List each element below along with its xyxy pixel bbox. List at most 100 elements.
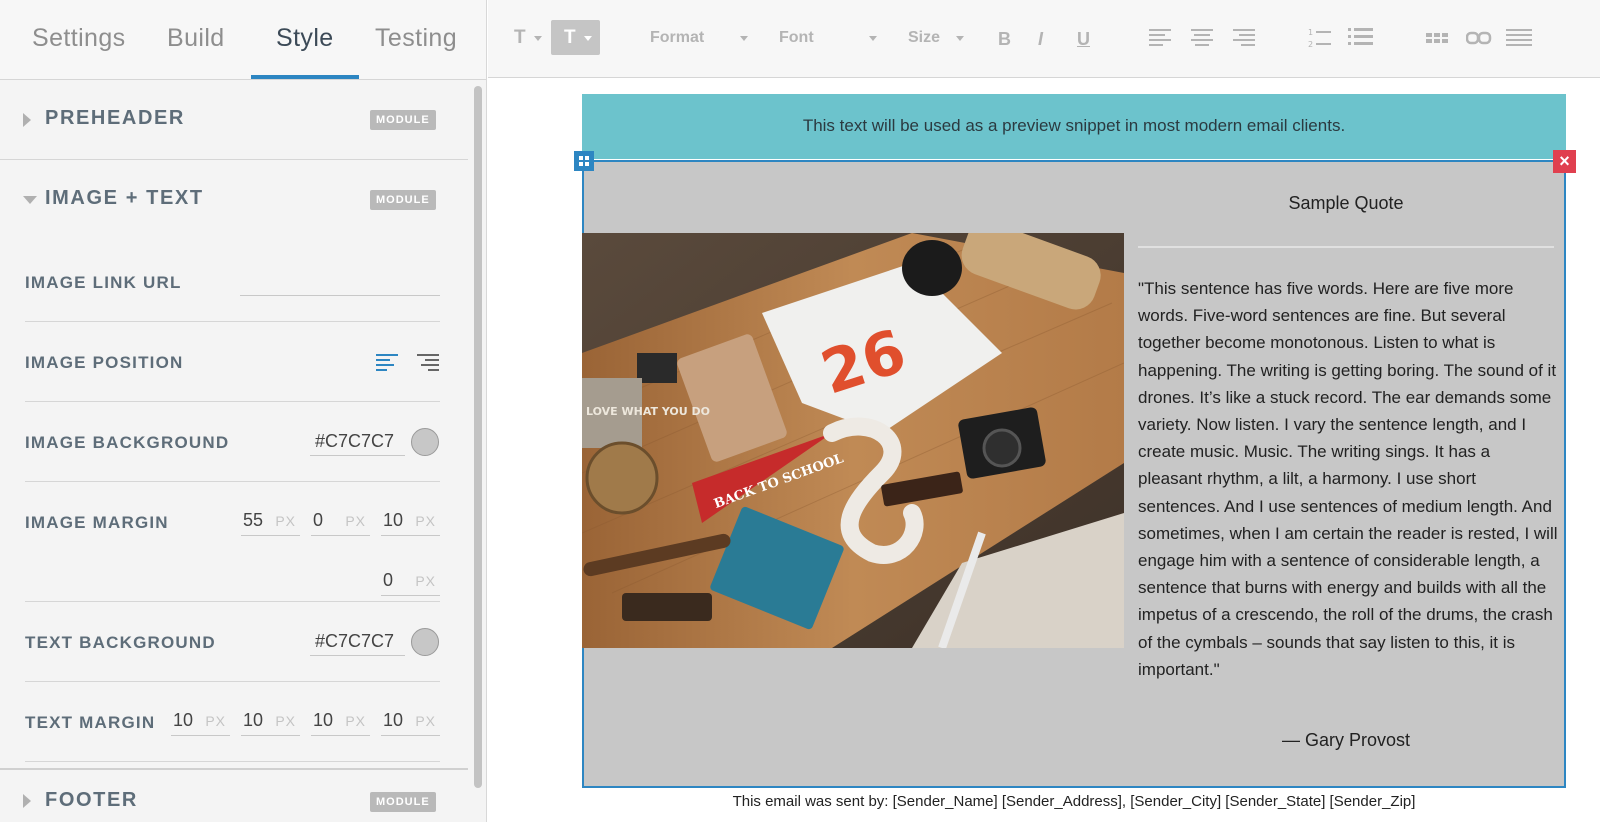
image-margin-label: IMAGE MARGIN	[25, 513, 169, 532]
text-style-plain-button[interactable]: T	[514, 27, 526, 49]
value-text: 10	[243, 710, 264, 730]
photo-sign-text: LOVE WHAT YOU DO	[586, 405, 710, 418]
image-link-url-label: IMAGE LINK URL	[25, 273, 182, 292]
bold-button[interactable]: B	[998, 29, 1011, 50]
text-background-row: TEXT BACKGROUND #C7C7C7	[25, 602, 440, 682]
tab-bar: Settings Build Style Testing	[0, 0, 486, 80]
text-margin-right-input[interactable]: 10 PX	[241, 706, 300, 736]
image-margin-top-input[interactable]: 55 PX	[241, 506, 300, 536]
preheader-text[interactable]: This text will be used as a preview snip…	[582, 116, 1566, 136]
expand-triangle-icon	[23, 113, 31, 127]
unit-text: PX	[345, 513, 366, 529]
chevron-down-icon	[584, 36, 592, 41]
unit-text: PX	[345, 713, 366, 729]
image-position-row: IMAGE POSITION	[25, 322, 440, 402]
text-margin-bottom-input[interactable]: 10 PX	[311, 706, 370, 736]
unit-text: PX	[415, 713, 436, 729]
unit-text: PX	[415, 573, 436, 589]
align-right-icon[interactable]	[1232, 25, 1256, 51]
image-background-row: IMAGE BACKGROUND #C7C7C7	[25, 402, 440, 482]
unit-text: PX	[415, 513, 436, 529]
format-dropdown[interactable]: Format	[650, 29, 704, 47]
image-background-swatch[interactable]	[411, 428, 439, 456]
text-background-swatch[interactable]	[411, 628, 439, 656]
value-text: 55	[243, 510, 264, 530]
unit-text: PX	[205, 713, 226, 729]
align-left-icon[interactable]	[375, 352, 399, 374]
align-center-icon[interactable]	[1190, 25, 1214, 51]
align-right-icon[interactable]	[416, 352, 440, 374]
section-title: PREHEADER	[45, 107, 185, 129]
quote-title[interactable]: Sample Quote	[1138, 193, 1554, 214]
tab-settings[interactable]: Settings	[32, 24, 126, 53]
tab-style[interactable]: Style	[276, 24, 334, 53]
image-position-label: IMAGE POSITION	[25, 353, 184, 372]
module-badge: MODULE	[370, 110, 436, 130]
module-badge: MODULE	[370, 792, 436, 812]
image-link-url-input[interactable]	[240, 270, 440, 296]
chevron-down-icon	[534, 36, 542, 41]
value-text: 0	[383, 570, 394, 590]
text-margin-label: TEXT MARGIN	[25, 713, 156, 732]
align-left-icon[interactable]	[1148, 25, 1172, 51]
bullet-list-icon[interactable]	[1348, 25, 1374, 51]
active-tab-indicator	[251, 75, 359, 79]
value-text: 10	[173, 710, 194, 730]
section-image-text[interactable]: IMAGE + TEXT MODULE	[0, 160, 468, 230]
text-background-label: TEXT BACKGROUND	[25, 633, 216, 652]
chevron-down-icon	[740, 36, 748, 41]
unit-text: PX	[275, 513, 296, 529]
chevron-down-icon	[869, 36, 877, 41]
image-background-input[interactable]: #C7C7C7	[310, 426, 405, 456]
style-panel: Settings Build Style Testing PREHEADER M…	[0, 0, 487, 822]
email-footer-text[interactable]: This email was sent by: [Sender_Name] [S…	[582, 793, 1566, 810]
quote-body[interactable]: "This sentence has five words. Here are …	[1138, 275, 1558, 683]
italic-button[interactable]: I	[1038, 29, 1043, 50]
value-text: 0	[313, 510, 324, 530]
chevron-down-icon	[956, 36, 964, 41]
text-background-input[interactable]: #C7C7C7	[310, 626, 405, 656]
section-title: FOOTER	[45, 789, 138, 811]
link-icon[interactable]	[1466, 25, 1492, 51]
image-margin-right-input[interactable]: 0 PX	[311, 506, 370, 536]
section-footer[interactable]: FOOTER MODULE	[0, 770, 468, 822]
collapse-triangle-icon	[23, 196, 37, 204]
value-text: 10	[383, 510, 404, 530]
panel-scroll-area: PREHEADER MODULE IMAGE + TEXT MODULE IMA…	[0, 80, 468, 822]
value-text: 10	[383, 710, 404, 730]
text-margin-left-input[interactable]: 10 PX	[381, 706, 440, 736]
editor-toolbar: T T Format Font Size B I U 1 2	[488, 0, 1600, 78]
value-text: 10	[313, 710, 334, 730]
text-margin-top-input[interactable]: 10 PX	[171, 706, 230, 736]
text-margin-row: TEXT MARGIN 10 PX 10 PX 10 PX 10 PX	[25, 682, 440, 762]
module-badge: MODULE	[370, 190, 436, 210]
svg-text:1: 1	[1308, 28, 1313, 37]
tab-build[interactable]: Build	[167, 24, 225, 53]
unit-text: PX	[275, 713, 296, 729]
size-dropdown[interactable]: Size	[908, 29, 940, 47]
image-background-label: IMAGE BACKGROUND	[25, 433, 230, 452]
underline-button[interactable]: U	[1077, 29, 1090, 50]
image-margin-row: IMAGE MARGIN 55 PX 0 PX 10 PX 0 PX	[25, 482, 440, 602]
module-image[interactable]: 26 BACK TO SCHOOL LOVE WHAT YOU DO	[582, 233, 1124, 648]
grid-dots-icon	[579, 156, 589, 166]
font-dropdown[interactable]: Font	[779, 29, 814, 47]
tab-testing[interactable]: Testing	[375, 24, 457, 53]
section-title: IMAGE + TEXT	[45, 187, 204, 209]
ordered-list-icon[interactable]: 1 2	[1308, 25, 1332, 51]
quote-author[interactable]: — Gary Provost	[1138, 730, 1554, 751]
horizontal-rule-icon[interactable]	[1506, 25, 1532, 51]
table-icon[interactable]	[1426, 25, 1450, 51]
image-margin-left-input[interactable]: 0 PX	[381, 566, 440, 596]
image-margin-bottom-input[interactable]: 10 PX	[381, 506, 440, 536]
svg-text:2: 2	[1308, 40, 1313, 49]
text-style-bold-label: T	[564, 27, 576, 48]
scrollbar-thumb[interactable]	[474, 86, 482, 788]
expand-triangle-icon	[23, 794, 31, 808]
preheader-module[interactable]: This text will be used as a preview snip…	[582, 94, 1566, 159]
drag-handle-icon[interactable]	[574, 151, 594, 171]
quote-divider	[1138, 246, 1554, 248]
image-link-url-row: IMAGE LINK URL	[25, 242, 440, 322]
remove-module-button[interactable]: ×	[1553, 150, 1576, 173]
section-preheader[interactable]: PREHEADER MODULE	[0, 80, 468, 160]
